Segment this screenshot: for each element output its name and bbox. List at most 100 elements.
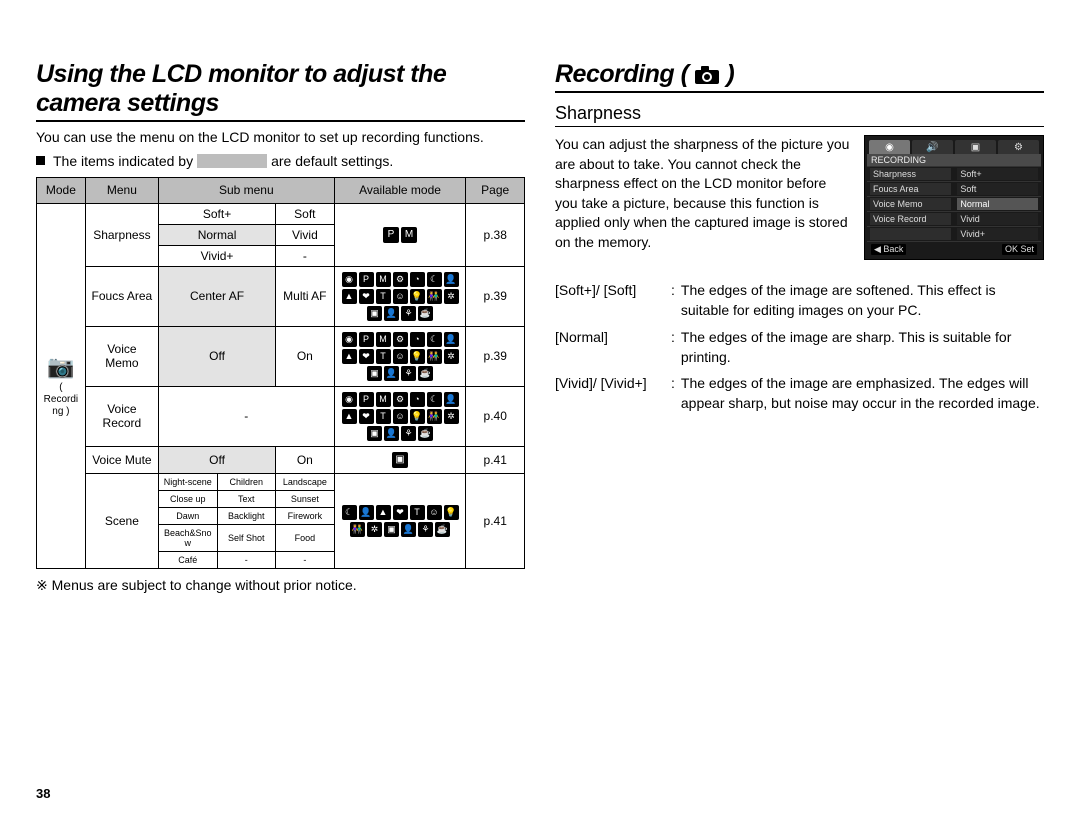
page-focus: p.39: [466, 266, 525, 326]
mode-icon: ☾: [427, 272, 442, 287]
menu-scene: Scene: [85, 473, 158, 568]
table-note: ※ Menus are subject to change without pr…: [36, 577, 525, 594]
legend-post: are default settings.: [271, 153, 393, 169]
scene-cell: Close up: [158, 490, 217, 507]
page-vrec: p.40: [466, 386, 525, 446]
mode-icon: P: [383, 227, 399, 243]
menu-vrec: Voice Record: [85, 386, 158, 446]
mode-icon: M: [376, 272, 391, 287]
title-text: Recording (: [555, 60, 688, 89]
mode-icon: ◔: [410, 332, 425, 347]
mode-icon: 👤: [401, 522, 416, 537]
scene-cell: -: [276, 551, 335, 568]
th-mode: Mode: [37, 177, 86, 203]
lcd-row-value: Normal: [957, 198, 1038, 210]
def-desc: The edges of the image are emphasized. T…: [681, 373, 1044, 414]
sub-dash: -: [276, 245, 335, 266]
mode-icon: 👤: [384, 366, 399, 381]
mode-icon: ◔: [410, 392, 425, 407]
mode-icon: T: [376, 409, 391, 424]
page-sharp: p.38: [466, 203, 525, 266]
lcd-row-label: Voice Memo: [870, 198, 951, 210]
mode-icon: 💡: [444, 505, 459, 520]
scene-cell: Backlight: [217, 507, 276, 524]
th-avail: Available mode: [334, 177, 466, 203]
lcd-row-label: Sharpness: [870, 168, 951, 180]
lcd-foot-back: ◀ Back: [871, 244, 906, 255]
sub-vrec-dash: -: [158, 386, 334, 446]
lcd-row-value: Vivid+: [957, 228, 1038, 240]
page-vmemo: p.39: [466, 326, 525, 386]
mode-icon: 💡: [410, 289, 425, 304]
sub-vmemo-on: On: [276, 326, 335, 386]
mode-icon: ☾: [427, 332, 442, 347]
lcd-row: Voice RecordVivid: [867, 211, 1041, 226]
mode-icon: ❤: [359, 289, 374, 304]
scene-cell: -: [217, 551, 276, 568]
mode-icon: ◔: [410, 272, 425, 287]
scene-cell: Beach&Snow: [158, 524, 217, 551]
left-title: Using the LCD monitor to adjust the came…: [36, 60, 525, 122]
scene-cell: Self Shot: [217, 524, 276, 551]
mode-icon: 👤: [359, 505, 374, 520]
right-column: Recording ( ) Sharpness You can adjust t…: [555, 60, 1044, 594]
def-desc: The edges of the image are sharp. This i…: [681, 327, 1044, 368]
lcd-row-value: Soft+: [957, 168, 1038, 180]
avail-vrec: ◉PM⚙◔☾👤▲❤T☺💡👫✲▣👤⚘☕: [334, 386, 466, 446]
scene-cell: Text: [217, 490, 276, 507]
sub-centeraf: Center AF: [158, 266, 275, 326]
mode-cell: 📷 ( Recording ): [37, 203, 86, 568]
mode-icon: ☺: [393, 289, 408, 304]
right-title: Recording ( ): [555, 60, 1044, 93]
legend-pre: The items indicated by: [53, 153, 193, 169]
sub-normal: Normal: [158, 224, 275, 245]
mode-icon: ◉: [342, 332, 357, 347]
bullet-icon: [36, 156, 45, 165]
camera-icon: 📷: [41, 354, 81, 380]
left-intro: You can use the menu on the LCD monitor …: [36, 128, 525, 147]
mode-icon: 👫: [350, 522, 365, 537]
mode-icon: 💡: [410, 349, 425, 364]
lcd-row-label: [870, 228, 951, 240]
def-term: [Soft+]/ [Soft]: [555, 280, 665, 300]
mode-icon: ⚙: [393, 272, 408, 287]
page-scene: p.41: [466, 473, 525, 568]
def-row: [Soft+]/ [Soft]:The edges of the image a…: [555, 280, 1044, 321]
def-term: [Normal]: [555, 327, 665, 347]
lcd-tab-setup-icon: ⚙: [998, 140, 1039, 154]
mode-icon: ☾: [342, 505, 357, 520]
mode-icon: P: [359, 332, 374, 347]
mode-icon: ☕: [418, 366, 433, 381]
lcd-row: Voice Memo Normal: [867, 196, 1041, 211]
mode-icon: ❤: [359, 409, 374, 424]
sharp-para: You can adjust the sharpness of the pict…: [555, 135, 850, 253]
sub-vmute-off: Off: [158, 446, 275, 473]
mode-icon: T: [376, 289, 391, 304]
mode-icon: ⚙: [393, 392, 408, 407]
mode-icon: ⚘: [401, 426, 416, 441]
menu-focus: Foucs Area: [85, 266, 158, 326]
mode-icon: ⚘: [401, 306, 416, 321]
scene-cell: Landscape: [276, 473, 335, 490]
scene-cell: Children: [217, 473, 276, 490]
th-sub: Sub menu: [158, 177, 334, 203]
title-end: ): [726, 60, 734, 89]
th-page: Page: [466, 177, 525, 203]
mode-icon: ☕: [418, 306, 433, 321]
sub-softp: Soft+: [158, 203, 275, 224]
mode-icon: ◉: [342, 272, 357, 287]
menu-vmemo: Voice Memo: [85, 326, 158, 386]
sub-multiaf: Multi AF: [276, 266, 335, 326]
mode-icon: M: [376, 332, 391, 347]
lcd-row: Sharpness Soft+: [867, 166, 1041, 181]
scene-cell: Dawn: [158, 507, 217, 524]
mode-icon: M: [376, 392, 391, 407]
def-row: [Normal]:The edges of the image are shar…: [555, 327, 1044, 368]
default-legend: The items indicated by are default setti…: [36, 153, 525, 169]
mode-icon: ▣: [384, 522, 399, 537]
sub-vivid: Vivid: [276, 224, 335, 245]
def-desc: The edges of the image are softened. Thi…: [681, 280, 1044, 321]
default-swatch: [197, 154, 267, 168]
avail-sharp: P M: [334, 203, 466, 266]
mode-icon: 👫: [427, 349, 442, 364]
